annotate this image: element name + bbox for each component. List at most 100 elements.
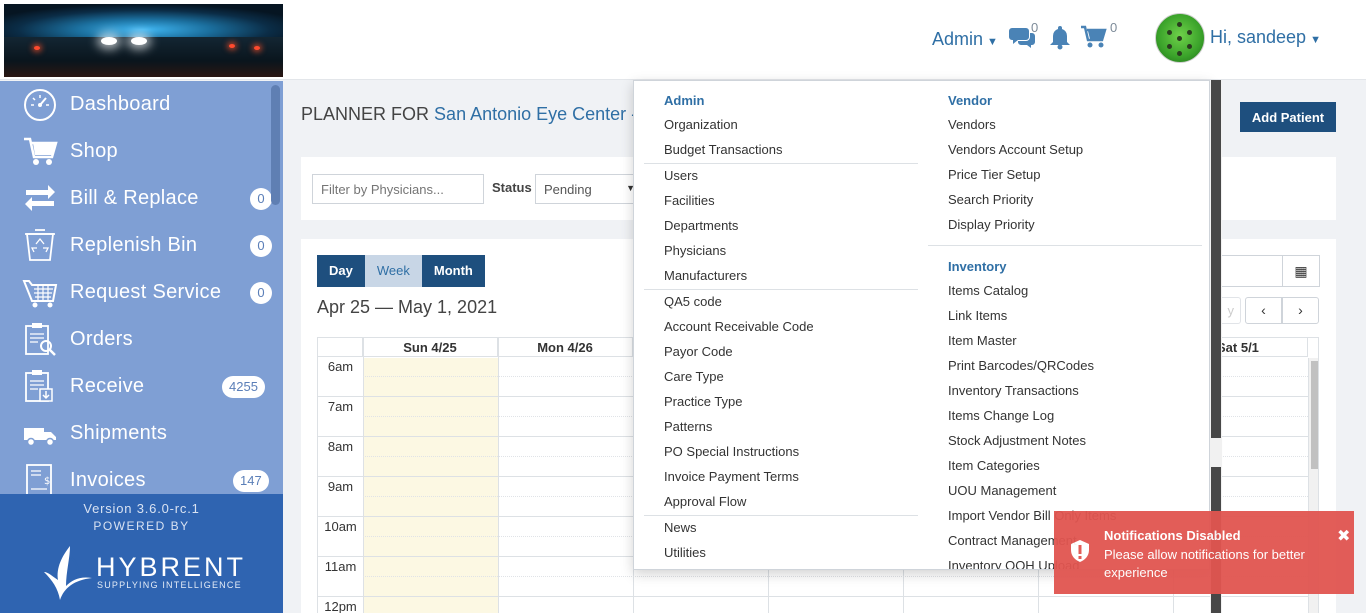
time-label: 8am: [327, 439, 354, 454]
time-label: 11am: [324, 559, 357, 574]
speedometer-icon: [22, 87, 58, 121]
sidebar-item-bill-replace[interactable]: Bill & Replace 0: [0, 175, 283, 222]
admin-dropdown-menu: Admin Organization Budget Transactions U…: [633, 80, 1210, 570]
menu-item-invoice-payment-terms[interactable]: Invoice Payment Terms: [664, 469, 799, 484]
page-title-prefix: PLANNER FOR: [301, 104, 430, 124]
brand-name: HYBRENT: [96, 552, 247, 582]
menu-item-account-receivable-code[interactable]: Account Receivable Code: [664, 319, 814, 334]
menu-item-item-master[interactable]: Item Master: [948, 333, 1017, 348]
menu-item-patterns[interactable]: Patterns: [664, 419, 712, 434]
status-value: Pending: [544, 182, 592, 197]
sidebar-item-orders[interactable]: Orders: [0, 316, 283, 363]
menu-item-link-items[interactable]: Link Items: [948, 308, 1007, 323]
menu-item-inventory-transactions[interactable]: Inventory Transactions: [948, 383, 1079, 398]
add-patient-button[interactable]: Add Patient: [1240, 102, 1336, 132]
view-day-button[interactable]: Day: [317, 255, 365, 287]
chevron-left-icon: ‹: [1261, 302, 1266, 318]
menu-item-items-catalog[interactable]: Items Catalog: [948, 283, 1028, 298]
chevron-down-icon: ▼: [987, 36, 998, 48]
notification-toast: Notifications Disabled Please allow noti…: [1054, 511, 1354, 594]
menu-item-departments[interactable]: Departments: [664, 218, 738, 233]
sidebar-item-dashboard[interactable]: Dashboard: [0, 81, 283, 128]
date-picker[interactable]: ▦: [1219, 255, 1320, 287]
menu-item-manufacturers[interactable]: Manufacturers: [664, 268, 747, 283]
toast-message: Please allow notifications for better ex…: [1104, 547, 1305, 580]
sidebar-item-label: Receive: [70, 375, 145, 397]
menu-item-approval-flow[interactable]: Approval Flow: [664, 494, 746, 509]
calendar-icon[interactable]: ▦: [1282, 256, 1319, 286]
menu-divider: [644, 163, 918, 164]
time-label: 7am: [327, 399, 354, 414]
inventory-section-header: Inventory: [948, 259, 1007, 274]
menu-item-budget-transactions[interactable]: Budget Transactions: [664, 142, 783, 157]
powered-by-text: POWERED BY: [93, 519, 190, 533]
company-logo[interactable]: [4, 4, 283, 77]
clipboard-search-icon: [22, 322, 58, 356]
cart-icon: [22, 134, 58, 168]
menu-item-qa5-code[interactable]: QA5 code: [664, 294, 722, 309]
sidebar-item-request-service[interactable]: Request Service 0: [0, 269, 283, 316]
menu-item-physicians[interactable]: Physicians: [664, 243, 726, 258]
menu-item-uou-management[interactable]: UOU Management: [948, 483, 1056, 498]
shopping-cart-icon[interactable]: [1080, 25, 1108, 54]
physician-filter-input[interactable]: [312, 174, 484, 204]
menu-item-practice-type[interactable]: Practice Type: [664, 394, 743, 409]
chevron-down-icon: ▼: [1310, 34, 1321, 46]
count-badge: 0: [250, 188, 272, 210]
view-week-button[interactable]: Week: [364, 255, 422, 287]
invoice-icon: $: [22, 463, 58, 497]
exchange-icon: [22, 181, 58, 215]
count-badge: 147: [233, 470, 269, 492]
view-month-button[interactable]: Month: [421, 255, 485, 287]
user-menu-toggle[interactable]: Hi, sandeep ▼: [1210, 27, 1321, 48]
time-header: [318, 338, 363, 357]
user-greeting: Hi, sandeep: [1210, 27, 1307, 47]
chat-count: 0: [1031, 20, 1039, 35]
menu-item-price-tier-setup[interactable]: Price Tier Setup: [948, 167, 1041, 182]
menu-item-search-priority[interactable]: Search Priority: [948, 192, 1033, 207]
prev-week-button[interactable]: ‹: [1245, 297, 1282, 324]
menu-item-print-barcodes[interactable]: Print Barcodes/QRCodes: [948, 358, 1094, 373]
menu-item-care-type[interactable]: Care Type: [664, 369, 724, 384]
sidebar-scrollbar[interactable]: [271, 85, 280, 205]
svg-text:$: $: [44, 476, 50, 487]
sidebar-item-receive[interactable]: Receive 4255: [0, 363, 283, 410]
menu-item-utilities[interactable]: Utilities: [664, 545, 706, 560]
time-label: 6am: [327, 359, 354, 374]
time-label: 9am: [327, 479, 354, 494]
menu-divider: [644, 515, 918, 516]
menu-item-display-priority[interactable]: Display Priority: [948, 217, 1035, 232]
menu-item-facilities[interactable]: Facilities: [664, 193, 715, 208]
sidebar-item-shop[interactable]: Shop: [0, 128, 283, 175]
menu-item-item-categories[interactable]: Item Categories: [948, 458, 1040, 473]
page-title: PLANNER FOR San Antonio Eye Center -: [301, 104, 637, 125]
time-label: 12pm: [324, 599, 357, 613]
sidebar-footer: Version 3.6.0-rc.1 POWERED BY HYBRENT SU…: [0, 494, 283, 613]
menu-item-news[interactable]: News: [664, 520, 697, 535]
menu-item-vendors[interactable]: Vendors: [948, 117, 996, 132]
status-select[interactable]: Pending ▼: [535, 174, 640, 204]
menu-item-vendors-account-setup[interactable]: Vendors Account Setup: [948, 142, 1083, 157]
close-icon[interactable]: ✖: [1337, 526, 1350, 546]
admin-menu-toggle[interactable]: Admin ▼: [932, 29, 998, 50]
menu-divider: [644, 289, 918, 290]
vendor-section-header: Vendor: [948, 93, 993, 108]
sidebar-item-replenish-bin[interactable]: Replenish Bin 0: [0, 222, 283, 269]
sidebar-item-shipments[interactable]: Shipments: [0, 410, 283, 457]
menu-item-po-special-instructions[interactable]: PO Special Instructions: [664, 444, 799, 459]
sidebar-item-label: Dashboard: [70, 93, 171, 115]
menu-item-payor-code[interactable]: Payor Code: [664, 344, 733, 359]
count-badge: 0: [250, 235, 272, 257]
brand-tagline: SUPPLYING INTELLIGENCE: [97, 580, 242, 590]
version-text: Version 3.6.0-rc.1: [83, 501, 200, 516]
facility-link[interactable]: San Antonio Eye Center -: [434, 104, 637, 124]
menu-item-users[interactable]: Users: [664, 168, 698, 183]
menu-item-organization[interactable]: Organization: [664, 117, 738, 132]
menu-item-stock-adjustment-notes[interactable]: Stock Adjustment Notes: [948, 433, 1086, 448]
menu-item-items-change-log[interactable]: Items Change Log: [948, 408, 1054, 423]
bell-icon[interactable]: [1048, 24, 1072, 55]
avatar[interactable]: [1155, 13, 1205, 63]
sidebar-item-label: Request Service: [70, 281, 222, 303]
next-week-button[interactable]: ›: [1282, 297, 1319, 324]
sidebar-item-label: Bill & Replace: [70, 187, 199, 209]
